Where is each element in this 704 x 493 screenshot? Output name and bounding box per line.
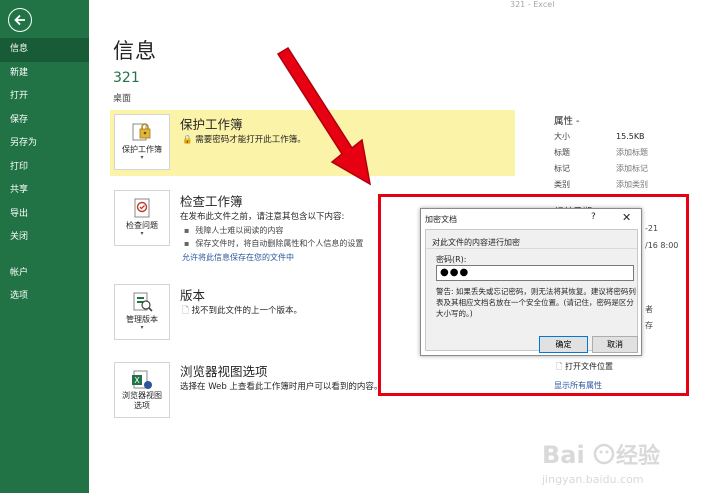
page-title: 信息 <box>113 39 157 63</box>
browser-view-desc: 选择在 Web 上查看此工作簿时用户可以看到的内容。 <box>180 382 383 392</box>
sidebar-item-info[interactable]: 信息 <box>0 38 89 62</box>
browser-view-options-button[interactable]: X 浏览器视图 选项 <box>114 362 170 418</box>
browser-view-title: 浏览器视图选项 <box>180 364 268 379</box>
excel-web-icon: X <box>132 370 152 389</box>
dialog-title: 加密文档 <box>425 215 457 224</box>
inspect-desc: 在发布此文件之前，请注意其包含以下内容: <box>180 212 345 222</box>
chevron-down-icon: ▾ <box>140 154 144 161</box>
sidebar-item-new[interactable]: 新建 <box>0 62 89 86</box>
backstage-sidebar: 信息 新建 打开 保存 另存为 打印 共享 导出 关闭 帐户 选项 <box>0 0 89 493</box>
sidebar-item-print[interactable]: 打印 <box>0 156 89 180</box>
manage-versions-button[interactable]: 管理版本 ▾ <box>114 284 170 340</box>
property-row[interactable]: 标题 添加标题 <box>554 147 648 158</box>
inspect-title: 检查工作簿 <box>180 194 243 209</box>
sidebar-item-export[interactable]: 导出 <box>0 203 89 227</box>
folder-icon: 🗋 <box>556 362 563 371</box>
password-label: 密码(R): <box>436 255 467 264</box>
manage-versions-icon <box>133 292 153 312</box>
arrow-left-icon <box>14 14 25 26</box>
cancel-button[interactable]: 取消 <box>592 336 638 353</box>
document-icon: 🗋 <box>182 306 189 316</box>
property-row[interactable]: 标记 添加标记 <box>554 163 648 174</box>
show-all-properties-link[interactable]: 显示所有属性 <box>554 380 602 391</box>
help-icon[interactable]: ? <box>591 212 596 222</box>
chevron-down-icon: ▾ <box>140 230 144 237</box>
svg-text:经验: 经验 <box>616 443 660 469</box>
protect-title: 保护工作簿 <box>180 117 243 132</box>
inspect-bullet: 保存文件时，将自动删除属性和个人信息的设置 <box>184 238 363 249</box>
open-file-location-button[interactable]: 🗋 打开文件位置 <box>556 361 613 375</box>
check-issues-button[interactable]: 检查问题 ▾ <box>114 190 170 246</box>
password-warning: 警告: 如果丢失或忘记密码，则无法将其恢复。建议将密码列表及其相应文档名放在一个… <box>436 287 636 318</box>
ok-button[interactable]: 确定 <box>539 336 588 353</box>
inspect-bullet: 残障人士难以阅读的内容 <box>184 225 283 236</box>
chevron-down-icon: ▾ <box>140 324 144 331</box>
svg-text:X: X <box>134 376 140 385</box>
allow-save-info-link[interactable]: 允许将此信息保存在您的文件中 <box>182 252 294 263</box>
window-title: 321 - Excel <box>510 0 555 9</box>
browser-view-button-label: 浏览器视图 <box>122 391 162 400</box>
dialog-heading: 对此文件的内容进行加密 <box>432 238 520 247</box>
warning-key-icon: 🔒 <box>182 135 193 145</box>
protect-workbook-button[interactable]: 保护工作簿 ▾ <box>114 114 170 170</box>
dialog-titlebar: 加密文档 ? ✕ <box>421 209 641 229</box>
sidebar-item-save-as[interactable]: 另存为 <box>0 132 89 156</box>
sidebar-item-open[interactable]: 打开 <box>0 85 89 109</box>
versions-title: 版本 <box>180 288 206 303</box>
versions-desc: 🗋 找不到此文件的上一个版本。 <box>182 306 303 316</box>
browser-view-button-label: 选项 <box>134 401 150 410</box>
sidebar-item-share[interactable]: 共享 <box>0 179 89 203</box>
sidebar-item-options[interactable]: 选项 <box>0 285 89 309</box>
sidebar-item-save[interactable]: 保存 <box>0 109 89 133</box>
properties-title[interactable]: 属性 - <box>554 113 579 127</box>
property-row: 大小 15.5KB <box>554 132 645 141</box>
inspect-document-icon <box>134 198 150 218</box>
back-button[interactable] <box>8 8 32 32</box>
sidebar-item-close[interactable]: 关闭 <box>0 226 89 250</box>
svg-text:Bai: Bai <box>542 441 585 469</box>
encrypt-document-dialog: 加密文档 ? ✕ 对此文件的内容进行加密 密码(R): ●●● 警告: 如果丢失… <box>420 208 642 356</box>
baidu-jingyan-watermark: Bai 经验 jingyan.baidu.com <box>541 441 660 486</box>
file-name: 321 <box>113 70 140 86</box>
close-icon[interactable]: ✕ <box>622 211 631 224</box>
dialog-body: 对此文件的内容进行加密 密码(R): ●●● 警告: 如果丢失或忘记密码，则无法… <box>425 229 638 353</box>
watermark-url: jingyan.baidu.com <box>541 473 644 486</box>
file-location: 桌面 <box>113 94 132 104</box>
divider <box>426 248 637 249</box>
lock-key-icon <box>132 123 151 141</box>
property-row[interactable]: 类别 添加类别 <box>554 179 648 190</box>
password-input[interactable]: ●●● <box>436 265 634 281</box>
annotation-arrow-icon <box>276 46 372 186</box>
sidebar-nav: 信息 新建 打开 保存 另存为 打印 共享 导出 关闭 帐户 选项 <box>0 38 89 309</box>
sidebar-item-account[interactable]: 帐户 <box>0 262 89 286</box>
